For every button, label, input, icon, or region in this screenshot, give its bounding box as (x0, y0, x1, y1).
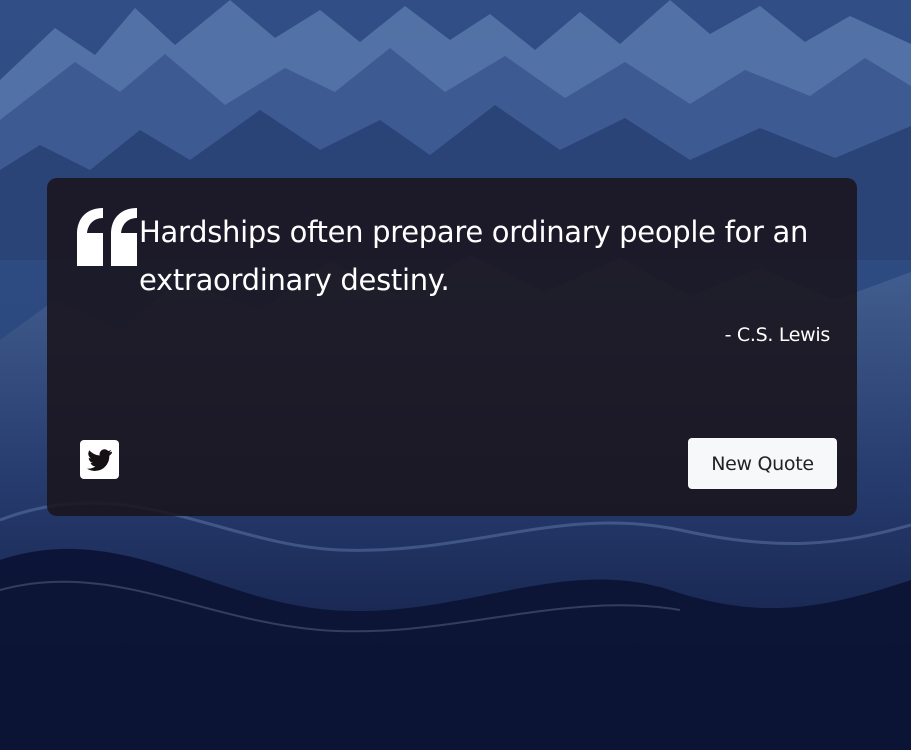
tweet-button[interactable] (80, 440, 119, 479)
twitter-icon (86, 448, 112, 471)
quote-text: Hardships often prepare ordinary people … (139, 215, 809, 297)
quote-card: Hardships often prepare ordinary people … (47, 178, 857, 516)
quote-left-icon (77, 208, 137, 266)
new-quote-button[interactable]: New Quote (688, 438, 837, 489)
quote-author: - C.S. Lewis (724, 324, 831, 346)
